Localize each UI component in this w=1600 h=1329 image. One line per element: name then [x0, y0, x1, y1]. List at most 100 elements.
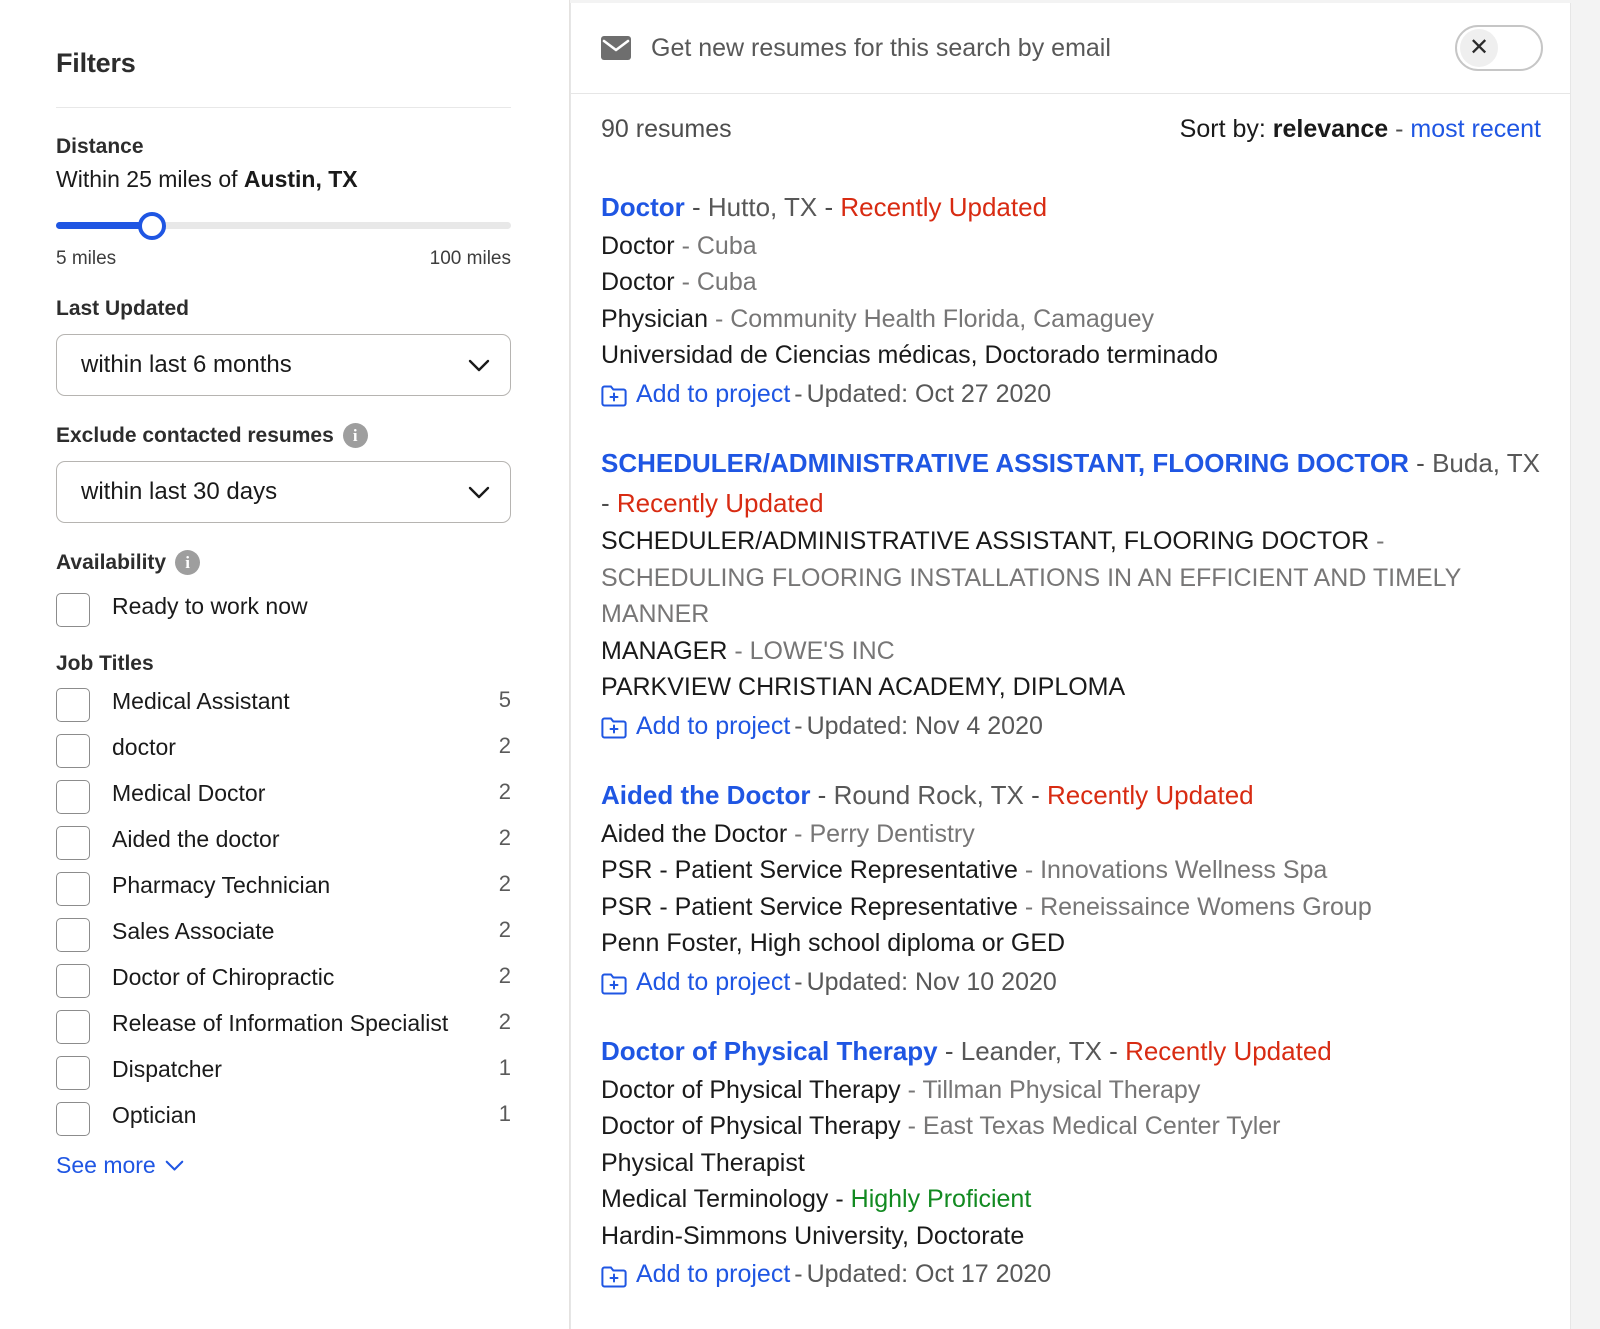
- distance-summary: Within 25 miles of Austin, TX: [56, 166, 511, 193]
- envelope-icon: [601, 36, 631, 60]
- footer-separator: -: [794, 376, 802, 414]
- job-title-row[interactable]: Doctor of Chiropractic 2: [56, 963, 511, 998]
- job-title-row[interactable]: doctor 2: [56, 733, 511, 768]
- job-title-row[interactable]: Medical Doctor 2: [56, 779, 511, 814]
- add-to-project-button[interactable]: Add to project: [636, 376, 790, 414]
- sort-by-label: Sort by:: [1180, 115, 1266, 143]
- result-updated-date: Updated: Nov 4 2020: [807, 708, 1043, 746]
- exclude-contacted-value: within last 30 days: [81, 478, 277, 506]
- exclude-contacted-select[interactable]: within last 30 days: [56, 461, 511, 523]
- job-titles-filter-section: Job Titles Medical Assistant 5 doctor 2 …: [56, 652, 511, 1179]
- add-to-project-icon: [601, 970, 627, 994]
- distance-slider-thumb[interactable]: [138, 212, 166, 240]
- result-detail-main: Physician: [601, 305, 708, 333]
- checkbox[interactable]: [56, 918, 90, 952]
- distance-slider[interactable]: [56, 211, 511, 241]
- checkbox[interactable]: [56, 593, 90, 627]
- job-title-count: 2: [487, 733, 511, 759]
- result-title-link[interactable]: SCHEDULER/ADMINISTRATIVE ASSISTANT, FLOO…: [601, 448, 1409, 478]
- job-title-count: 2: [487, 963, 511, 989]
- job-title-label: Optician: [112, 1101, 465, 1130]
- last-updated-select[interactable]: within last 6 months: [56, 334, 511, 396]
- see-more-label: See more: [56, 1152, 156, 1179]
- job-title-row[interactable]: Aided the doctor 2: [56, 825, 511, 860]
- availability-label-text: Availability: [56, 551, 166, 575]
- result-location: Leander, TX: [961, 1036, 1102, 1066]
- info-icon[interactable]: i: [343, 423, 368, 448]
- result-detail-sub: - Cuba: [682, 232, 757, 260]
- chevron-down-icon: [468, 359, 490, 372]
- result-item[interactable]: Doctor - Hutto, TX - Recently Updated Do…: [601, 188, 1540, 413]
- checkbox[interactable]: [56, 734, 90, 768]
- see-more-job-titles-button[interactable]: See more: [56, 1152, 184, 1179]
- result-footer: Add to project - Updated: Nov 10 2020: [601, 964, 1540, 1002]
- job-title-count: 2: [487, 779, 511, 805]
- add-to-project-icon: [601, 714, 627, 738]
- checkbox[interactable]: [56, 826, 90, 860]
- job-title-row[interactable]: Sales Associate 2: [56, 917, 511, 952]
- job-title-row[interactable]: Optician 1: [56, 1101, 511, 1136]
- checkbox[interactable]: [56, 1102, 90, 1136]
- checkbox[interactable]: [56, 964, 90, 998]
- result-recently-updated-badge: Recently Updated: [840, 192, 1047, 222]
- exclude-contacted-label-text: Exclude contacted resumes: [56, 424, 334, 448]
- add-to-project-button[interactable]: Add to project: [636, 1256, 790, 1294]
- job-title-row[interactable]: Medical Assistant 5: [56, 687, 511, 722]
- filters-divider: [56, 107, 511, 108]
- exclude-contacted-label: Exclude contacted resumes i: [56, 423, 511, 448]
- job-title-count: 2: [487, 1009, 511, 1035]
- distance-max-label: 100 miles: [430, 248, 511, 270]
- email-alert-card: Get new resumes for this search by email…: [570, 3, 1571, 94]
- availability-option-ready-to-work-now[interactable]: Ready to work now: [56, 592, 511, 627]
- checkbox[interactable]: [56, 872, 90, 906]
- result-item[interactable]: Seton Family of Doctor - Austin, TX - Re…: [601, 1325, 1540, 1329]
- add-to-project-icon: [601, 1263, 627, 1287]
- result-detail-line: Doctor - Cuba: [601, 228, 1540, 265]
- result-detail-main: MANAGER: [601, 637, 727, 665]
- result-title-link[interactable]: Doctor of Physical Therapy: [601, 1036, 938, 1066]
- email-alert-bar: Get new resumes for this search by email…: [571, 3, 1570, 93]
- result-title-link[interactable]: Aided the Doctor: [601, 780, 810, 810]
- result-detail-main: Doctor: [601, 268, 675, 296]
- add-to-project-button[interactable]: Add to project: [636, 708, 790, 746]
- checkbox[interactable]: [56, 780, 90, 814]
- job-title-row[interactable]: Pharmacy Technician 2: [56, 871, 511, 906]
- checkbox[interactable]: [56, 1010, 90, 1044]
- result-item[interactable]: Doctor of Physical Therapy - Leander, TX…: [601, 1032, 1540, 1294]
- result-detail-line: Aided the Doctor - Perry Dentistry: [601, 816, 1540, 853]
- checkbox[interactable]: [56, 1056, 90, 1090]
- email-alert-toggle[interactable]: ✕: [1455, 25, 1543, 71]
- job-title-label: Doctor of Chiropractic: [112, 963, 465, 992]
- info-icon[interactable]: i: [175, 550, 200, 575]
- job-title-row[interactable]: Dispatcher 1: [56, 1055, 511, 1090]
- result-detail-sub: - LOWE'S INC: [734, 637, 894, 665]
- checkbox[interactable]: [56, 688, 90, 722]
- availability-filter-section: Availability i Ready to work now: [56, 550, 511, 627]
- chevron-down-icon: [165, 1160, 184, 1171]
- result-heading: Doctor of Physical Therapy - Leander, TX…: [601, 1032, 1540, 1072]
- distance-summary-prefix: Within 25 miles of: [56, 166, 244, 192]
- job-title-label: Aided the doctor: [112, 825, 465, 854]
- job-title-label: Pharmacy Technician: [112, 871, 465, 900]
- job-title-row[interactable]: Release of Information Specialist 2: [56, 1009, 511, 1044]
- sort-controls: Sort by: relevance - most recent: [1180, 115, 1541, 144]
- result-detail-line: Physical Therapist: [601, 1145, 1540, 1182]
- job-title-label: Sales Associate: [112, 917, 465, 946]
- result-education-line: Hardin-Simmons University, Doctorate: [601, 1218, 1540, 1255]
- job-title-label: Medical Doctor: [112, 779, 465, 808]
- result-detail-line: PSR - Patient Service Representative - I…: [601, 852, 1540, 889]
- result-title-link[interactable]: Doctor: [601, 192, 685, 222]
- sort-most-recent-link[interactable]: most recent: [1410, 115, 1541, 143]
- result-detail-line: SCHEDULER/ADMINISTRATIVE ASSISTANT, FLOO…: [601, 523, 1540, 633]
- chevron-down-icon: [468, 486, 490, 499]
- job-title-count: 2: [487, 871, 511, 897]
- add-to-project-button[interactable]: Add to project: [636, 964, 790, 1002]
- last-updated-label: Last Updated: [56, 297, 511, 321]
- result-detail-main: SCHEDULER/ADMINISTRATIVE ASSISTANT, FLOO…: [601, 527, 1369, 555]
- result-item[interactable]: Aided the Doctor - Round Rock, TX - Rece…: [601, 776, 1540, 1001]
- result-recently-updated-badge: Recently Updated: [617, 488, 824, 518]
- result-skill-line: Medical Terminology - Highly Proficient: [601, 1181, 1540, 1218]
- result-detail-line: Physician - Community Health Florida, Ca…: [601, 301, 1540, 338]
- result-item[interactable]: SCHEDULER/ADMINISTRATIVE ASSISTANT, FLOO…: [601, 444, 1540, 745]
- result-skill-level: Highly Proficient: [851, 1185, 1032, 1213]
